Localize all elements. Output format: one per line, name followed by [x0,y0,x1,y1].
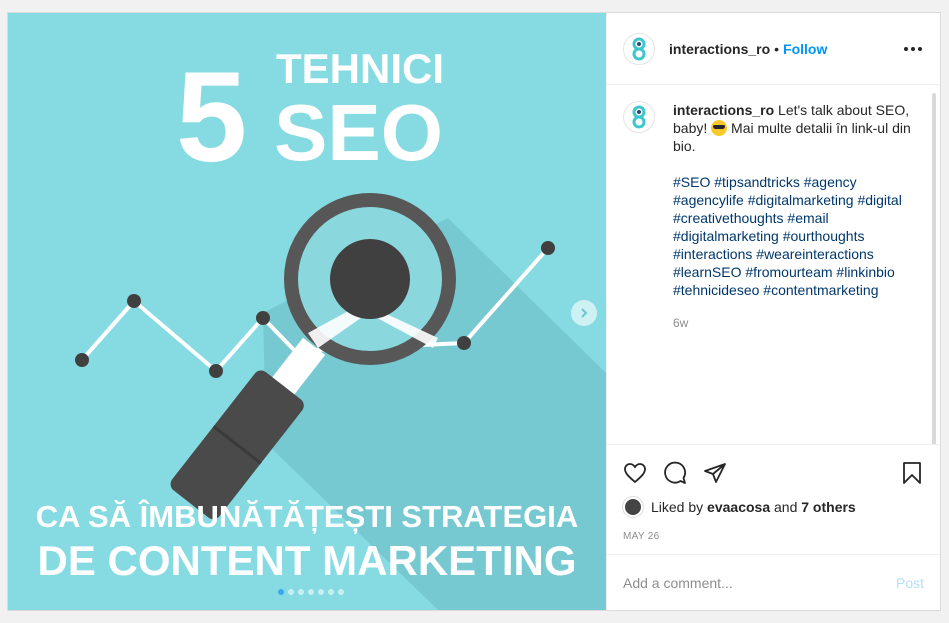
title-word-2: SEO [274,88,443,177]
comments-scrollbar[interactable] [932,93,936,444]
liker-avatar[interactable] [623,497,643,517]
caption-avatar[interactable] [623,101,655,133]
more-options-button[interactable] [902,41,924,57]
hashtag[interactable]: #digital [857,192,901,208]
caption-body-2: Mai multe detalii în link-ul din bio. [673,120,911,154]
hashtag[interactable]: #SEO [673,174,710,190]
post-date[interactable]: MAY 26 [623,531,924,542]
chevron-right-icon [581,308,588,318]
hashtag-list: #SEO #tipsandtricks #agency #agencylife … [673,173,913,299]
save-button[interactable] [900,461,924,485]
sunglasses-emoji-icon [711,120,728,136]
bookmark-icon [903,462,921,484]
more-dot-icon [911,46,915,51]
caption-username[interactable]: interactions_ro [673,102,774,118]
post-comment-button[interactable]: Post [896,575,924,591]
carousel-indicator [12,589,606,595]
hashtag[interactable]: #tipsandtricks [714,174,800,190]
add-comment-bar: Post [607,554,940,610]
post-sidebar: interactions_ro • Follow interactions_ro… [606,13,940,610]
share-button[interactable] [703,461,727,485]
comment-button[interactable] [663,461,687,485]
likes-others-link[interactable]: 7 others [801,499,855,515]
follow-button[interactable]: Follow [783,41,827,57]
post-card: 5 TEHNICI SEO CA SĂ ÎMBUNĂTĂȚEȘTI STRATE… [7,12,941,611]
title-number: 5 [176,46,247,189]
liker-username[interactable]: evaacosa [707,499,770,515]
comment-input[interactable] [623,574,896,591]
hashtag[interactable]: #learnSEO [673,264,741,280]
seo-illustration: 5 TEHNICI SEO CA SĂ ÎMBUNĂTĂȚEȘTI STRATE… [36,45,606,610]
heart-icon [624,463,646,484]
post-image[interactable]: 5 TEHNICI SEO CA SĂ ÎMBUNĂTĂȚEȘTI STRATE… [8,13,606,610]
more-dot-icon [904,46,908,51]
hashtag[interactable]: #contentmarketing [763,282,878,298]
more-dot-icon [918,46,922,51]
carousel-dot [298,589,304,595]
comments-section: interactions_ro Let's talk about SEO, ba… [607,85,940,444]
subtitle-line-1: CA SĂ ÎMBUNĂTĂȚEȘTI STRATEGIA [36,498,579,534]
like-button[interactable] [623,461,647,485]
likes-summary: Liked by evaacosa and 7 others [623,497,924,517]
hashtag[interactable]: #email [787,210,828,226]
carousel-dot [338,589,344,595]
hashtag[interactable]: #linkinbio [836,264,894,280]
comment-icon [664,461,686,484]
paper-plane-icon [704,463,726,483]
hashtag[interactable]: #fromourteam [745,264,832,280]
hashtag[interactable]: #ourthoughts [783,228,865,244]
next-slide-button[interactable] [571,300,597,326]
hashtag[interactable]: #weareinteractions [756,246,874,262]
header-username[interactable]: interactions_ro [669,41,770,57]
action-icons [623,453,924,493]
carousel-dot [318,589,324,595]
title-word-1: TEHNICI [276,45,444,92]
carousel-dot [328,589,334,595]
caption-age[interactable]: 6w [673,314,913,332]
separator: • [774,40,780,57]
hashtag[interactable]: #agency [804,174,857,190]
subtitle-line-2: DE CONTENT MARKETING [38,537,577,584]
hashtag[interactable]: #tehnicideseo [673,282,759,298]
post-header: interactions_ro • Follow [607,13,940,85]
carousel-dot [308,589,314,595]
caption: interactions_ro Let's talk about SEO, ba… [623,101,924,332]
avatar[interactable] [623,32,655,65]
hashtag[interactable]: #agencylife [673,192,744,208]
caption-text: interactions_ro Let's talk about SEO, ba… [673,101,913,332]
carousel-dot [278,589,284,595]
hashtag[interactable]: #digitalmarketing [748,192,854,208]
hashtag[interactable]: #digitalmarketing [673,228,779,244]
brand-logo-icon [632,37,646,60]
carousel-dot [288,589,294,595]
likes-middle: and [774,499,798,515]
brand-logo-icon [632,105,646,129]
action-bar: Liked by evaacosa and 7 others MAY 26 [607,444,940,554]
likes-prefix: Liked by [651,499,704,515]
hashtag[interactable]: #creativethoughts [673,210,784,226]
hashtag[interactable]: #interactions [673,246,752,262]
